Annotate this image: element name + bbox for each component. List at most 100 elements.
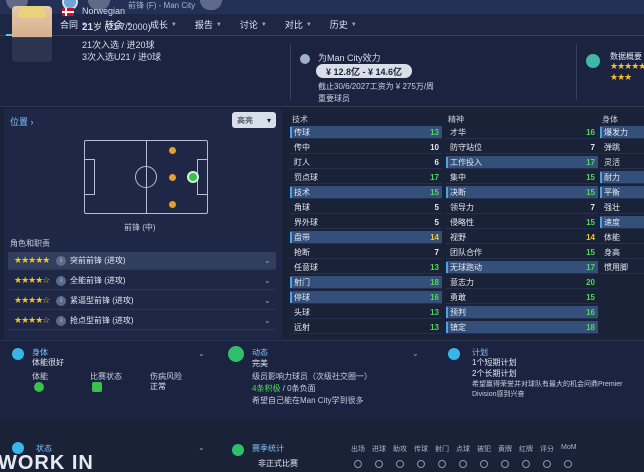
attribute-row[interactable]: 领导力 7: [446, 201, 598, 214]
club-icon: [300, 54, 310, 64]
attribute-value: 13: [430, 307, 439, 317]
attribute-row[interactable]: 射门 18: [290, 276, 442, 289]
attribute-row[interactable]: 罚点球 17: [290, 171, 442, 184]
tab-label: 成长: [149, 20, 168, 30]
attribute-name: 速度: [604, 217, 620, 227]
position-link[interactable]: 位置 ›: [10, 115, 34, 128]
attribute-row[interactable]: 镇定 18: [446, 321, 598, 334]
chevron-down-icon[interactable]: ⌄: [412, 349, 419, 358]
chevron-down-icon: ▼: [260, 21, 267, 28]
highlight-marker: [600, 187, 602, 198]
info-icon[interactable]: i: [56, 275, 66, 286]
attribute-name: 传中: [294, 142, 310, 152]
attribute-row[interactable]: 视野 14: [446, 231, 598, 244]
chevron-down-icon: ▼: [170, 21, 177, 28]
attribute-row[interactable]: 抢断 7: [290, 246, 442, 259]
info-icon[interactable]: i: [56, 295, 66, 306]
morale-title[interactable]: 动态: [252, 347, 268, 358]
attribute-name: 停球: [294, 292, 310, 302]
stat-header: MoM: [561, 444, 577, 451]
attribute-name: 罚点球: [294, 172, 318, 182]
attribute-name: 意志力: [450, 277, 474, 287]
attribute-row[interactable]: 任意球 13: [290, 261, 442, 274]
negative-count: / 0条负面: [280, 384, 316, 393]
attribute-row[interactable]: 团队合作 15: [446, 246, 598, 259]
attribute-row[interactable]: 勇敢 15: [446, 291, 598, 304]
highlight-marker: [446, 157, 448, 168]
attribute-row[interactable]: 意志力 20: [446, 276, 598, 289]
transfer-value[interactable]: ¥ 12.8亿 - ¥ 14.6亿: [316, 64, 412, 78]
chevron-down-icon[interactable]: ⌄: [264, 316, 276, 325]
highlight-marker: [600, 172, 602, 183]
attribute-row[interactable]: 传中 10: [290, 141, 442, 154]
player-age: 21岁 (21/7/2000): [82, 20, 151, 33]
tab-label: 历史: [329, 20, 348, 30]
chevron-down-icon[interactable]: ⌄: [264, 256, 276, 265]
tab-reports[interactable]: 报告 ▼: [186, 14, 231, 36]
attribute-value: 14: [430, 232, 439, 242]
attribute-row[interactable]: 传球 13: [290, 126, 442, 139]
attribute-row[interactable]: 平衡: [600, 186, 644, 199]
attribute-name: 体能: [604, 232, 620, 242]
role-label: 全能前锋 (进攻): [70, 276, 126, 285]
attribute-row[interactable]: 防守站位 7: [446, 141, 598, 154]
tab-label: 合同: [59, 20, 78, 30]
attribute-name: 惯用脚: [604, 262, 628, 272]
age-unit: 岁: [93, 22, 103, 32]
attribute-row[interactable]: 决断 15: [446, 186, 598, 199]
attribute-row[interactable]: 角球 5: [290, 201, 442, 214]
attribute-row[interactable]: 停球 16: [290, 291, 442, 304]
attribute-row[interactable]: 耐力: [600, 171, 644, 184]
attribute-value: 18: [430, 277, 439, 287]
attribute-row[interactable]: 技术 15: [290, 186, 442, 199]
attribute-row[interactable]: 无球跑动 17: [446, 261, 598, 274]
pitch-box-left: [85, 159, 95, 195]
attribute-row[interactable]: 头球 13: [290, 306, 442, 319]
attribute-row[interactable]: 界外球 5: [290, 216, 442, 229]
chevron-down-icon[interactable]: ⌄: [264, 296, 276, 305]
highlight-select[interactable]: 高亮 ▾: [232, 112, 276, 128]
tab-discuss[interactable]: 讨论 ▼: [231, 14, 276, 36]
season-stats-title[interactable]: 赛季统计: [252, 443, 284, 454]
magnifier-icon[interactable]: [586, 54, 600, 68]
role-row[interactable]: ★★★★☆ i 紧逼型前锋 (进攻) ⌄: [8, 292, 276, 310]
tab-history[interactable]: 历史 ▼: [321, 14, 366, 36]
tab-label: 报告: [194, 20, 213, 30]
attribute-row[interactable]: 集中 15: [446, 171, 598, 184]
attribute-row[interactable]: 惯用脚: [600, 261, 644, 274]
attribute-row[interactable]: 工作投入 17: [446, 156, 598, 169]
attribute-name: 射门: [294, 277, 310, 287]
role-row[interactable]: ★★★★★ i 突前前锋 (进攻) ⌄: [8, 252, 276, 270]
attribute-row[interactable]: 体能: [600, 231, 644, 244]
role-row[interactable]: ★★★★☆ i 抢点型前锋 (进攻) ⌄: [8, 312, 276, 330]
attribute-row[interactable]: 爆发力: [600, 126, 644, 139]
attribute-row[interactable]: 身高: [600, 246, 644, 259]
attribute-row[interactable]: 弹跳: [600, 141, 644, 154]
attribute-row[interactable]: 盯人 6: [290, 156, 442, 169]
morale-value: 完美: [252, 359, 268, 368]
plan-note-cont: Division感到兴奋: [472, 391, 525, 398]
chevron-down-icon[interactable]: ⌄: [198, 349, 205, 358]
attribute-row[interactable]: 侵略性 15: [446, 216, 598, 229]
tab-compare[interactable]: 对比 ▼: [276, 14, 321, 36]
attribute-name: 抢断: [294, 247, 310, 257]
chevron-down-icon[interactable]: ⌄: [264, 276, 276, 285]
attribute-row[interactable]: 盘带 14: [290, 231, 442, 244]
stat-cell: [543, 460, 551, 468]
attribute-row[interactable]: 速度: [600, 216, 644, 229]
chevron-down-icon[interactable]: ⌄: [198, 443, 205, 452]
role-label: 紧逼型前锋 (进攻): [70, 296, 134, 305]
attribute-row[interactable]: 强壮: [600, 201, 644, 214]
info-icon[interactable]: i: [56, 315, 66, 326]
attribute-name: 弹跳: [604, 142, 620, 152]
attribute-row[interactable]: 预判 16: [446, 306, 598, 319]
attribute-name: 领导力: [450, 202, 474, 212]
highlight-value: 高亮: [237, 115, 253, 125]
stat-cell: [459, 460, 467, 468]
info-icon[interactable]: i: [56, 255, 66, 266]
attribute-name: 团队合作: [450, 247, 482, 257]
attribute-row[interactable]: 才华 16: [446, 126, 598, 139]
role-row[interactable]: ★★★★☆ i 全能前锋 (进攻) ⌄: [8, 272, 276, 290]
attribute-row[interactable]: 灵活: [600, 156, 644, 169]
attribute-row[interactable]: 远射 13: [290, 321, 442, 334]
